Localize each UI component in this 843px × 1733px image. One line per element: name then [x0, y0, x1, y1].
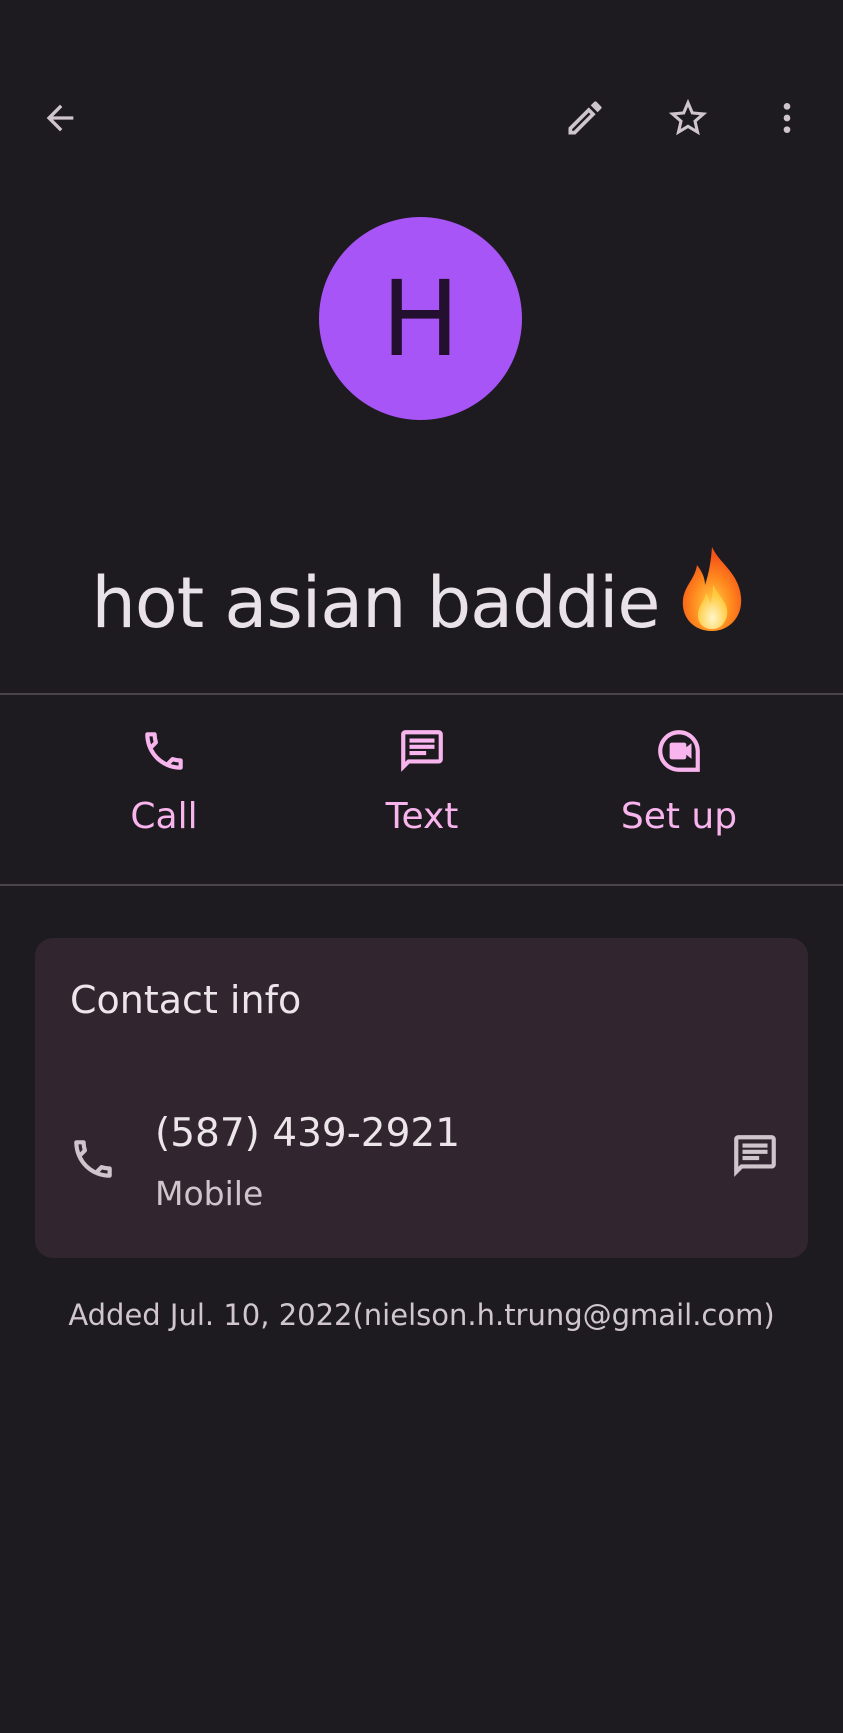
phone-type-label: Mobile — [155, 1174, 264, 1213]
divider — [0, 884, 843, 886]
star-outline-icon — [668, 98, 708, 136]
pencil-icon — [568, 101, 602, 135]
call-label: Call — [130, 796, 198, 837]
quick-actions: Call Text Set up — [0, 720, 843, 860]
contact-name-text: hot asian baddie — [91, 562, 661, 644]
back-button[interactable] — [20, 78, 100, 158]
message-icon — [401, 730, 443, 772]
text-label: Text — [385, 796, 459, 837]
favorite-button[interactable] — [648, 78, 728, 158]
more-vert-icon — [783, 103, 791, 133]
arrow-back-icon — [46, 104, 74, 132]
divider — [0, 693, 843, 695]
phone-number[interactable]: (587) 439-2921 — [155, 1111, 460, 1156]
contact-info-title: Contact info — [70, 978, 302, 1022]
phone-icon — [145, 732, 183, 770]
phone-icon — [68, 1134, 118, 1188]
setup-video-action-button[interactable]: Set up — [569, 720, 789, 860]
text-action-button[interactable]: Text — [312, 720, 532, 860]
setup-label: Set up — [620, 796, 738, 837]
call-action-button[interactable]: Call — [54, 720, 274, 860]
avatar: H — [319, 217, 522, 420]
more-options-button[interactable] — [747, 78, 827, 158]
contact-name: hot asian baddie — [0, 545, 843, 650]
added-info-text: Added Jul. 10, 2022(nielson.h.trung@gmai… — [68, 1298, 775, 1332]
video-call-icon — [658, 730, 700, 772]
contact-info-card: Contact info (587) 439-2921 Mobile — [35, 938, 808, 1258]
fire-emoji-icon — [673, 545, 751, 650]
top-toolbar — [0, 78, 843, 158]
message-icon — [734, 1135, 776, 1177]
send-message-button[interactable] — [715, 1116, 795, 1196]
edit-button[interactable] — [545, 78, 625, 158]
